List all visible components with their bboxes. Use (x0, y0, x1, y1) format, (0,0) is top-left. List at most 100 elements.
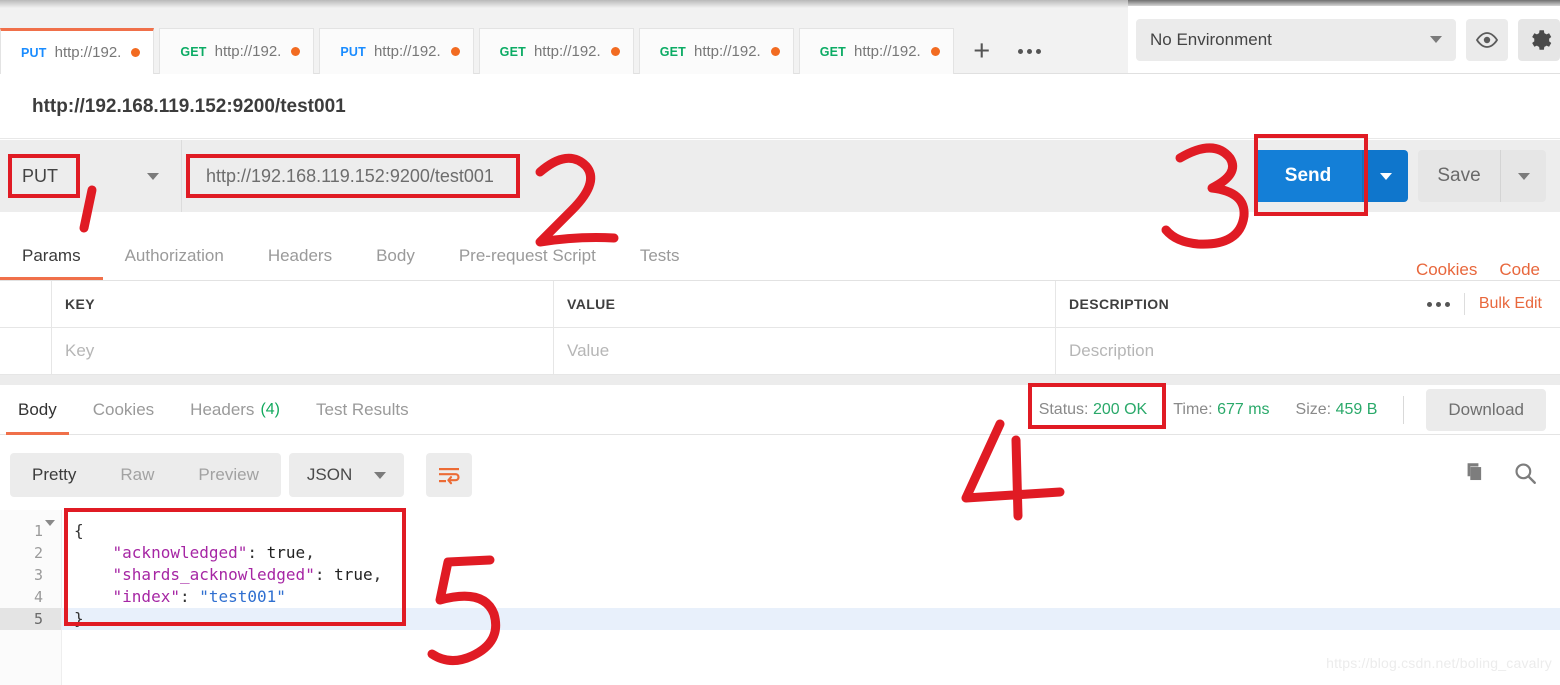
method-selector[interactable]: PUT (0, 140, 182, 212)
params-header-actions: Bulk Edit (1426, 293, 1560, 315)
tab-params[interactable]: Params (0, 231, 103, 280)
bulk-edit-button[interactable]: Bulk Edit (1479, 295, 1542, 313)
save-options-button[interactable] (1500, 150, 1546, 202)
time-value: 677 ms (1217, 400, 1270, 418)
param-key-input[interactable]: Key (52, 328, 554, 374)
copy-icon (1467, 462, 1482, 480)
code-token: } (74, 609, 84, 628)
request-url-row: PUT http://192.168.119.152:9200/test001 … (0, 140, 1560, 212)
gear-icon (1532, 29, 1552, 50)
search-icon (1515, 462, 1536, 484)
view-mode-preview[interactable]: Preview (176, 453, 280, 497)
request-tab-label: http://192. (693, 43, 761, 60)
params-more-icon[interactable] (1426, 301, 1450, 307)
code-token: "acknowledged" (74, 543, 248, 562)
unsaved-changes-dot-icon[interactable] (770, 47, 780, 56)
request-tab-label: http://192. (373, 43, 441, 60)
new-tab-button[interactable]: + (959, 28, 1005, 74)
ellipsis-icon (1018, 48, 1042, 54)
request-tab-method: GET (180, 44, 207, 59)
tab-headers[interactable]: Headers (246, 231, 354, 280)
param-value-input[interactable]: Value (554, 328, 1056, 374)
save-button[interactable]: Save (1418, 150, 1500, 202)
line-number: 4 (33, 588, 43, 606)
divider (1463, 293, 1465, 315)
response-format-selector[interactable]: JSON (288, 453, 405, 497)
size-label: Size: (1295, 400, 1332, 418)
request-tab-method: PUT (21, 45, 47, 60)
code-token: "test001" (199, 587, 286, 606)
method-label: PUT (22, 165, 58, 186)
divider (1403, 395, 1405, 424)
request-tab-method: GET (499, 44, 526, 59)
settings-button[interactable] (1518, 18, 1560, 61)
request-tab-2[interactable]: PUT http://192. (319, 28, 474, 74)
response-body-toolbar: Pretty Raw Preview JSON (0, 435, 1560, 515)
search-body-button[interactable] (1512, 460, 1538, 491)
view-mode-pretty[interactable]: Pretty (10, 453, 98, 497)
copy-button[interactable] (1460, 460, 1486, 491)
chevron-down-icon (1379, 172, 1392, 180)
time-label: Time: (1173, 400, 1213, 418)
code-token: "index" (74, 587, 180, 606)
view-mode-raw[interactable]: Raw (98, 453, 176, 497)
request-tab-bar: PUT http://192. GET http://192. PUT http://19… (0, 8, 1128, 74)
code-token: : (179, 587, 200, 606)
unsaved-changes-dot-icon[interactable] (450, 47, 460, 56)
unsaved-changes-dot-icon[interactable] (930, 47, 940, 56)
status-label: Status: (1038, 400, 1089, 418)
send-button[interactable]: Send (1254, 150, 1362, 202)
line-number-gutter: 12345 (0, 510, 62, 685)
environment-quick-look-button[interactable] (1466, 18, 1508, 61)
response-tab-test-results[interactable]: Test Results (298, 385, 427, 435)
response-tab-cookies[interactable]: Cookies (75, 385, 172, 435)
code-fold-toggle-icon[interactable] (45, 520, 55, 526)
param-description-input[interactable]: Description (1056, 328, 1560, 374)
cookies-link[interactable]: Cookies (1416, 260, 1477, 280)
send-options-button[interactable] (1362, 150, 1408, 202)
status-value: 200 OK (1092, 400, 1148, 418)
response-tab-body[interactable]: Body (0, 385, 75, 435)
row-checkbox-gutter[interactable] (0, 328, 52, 374)
request-tab-label: http://192. (533, 43, 601, 60)
download-button[interactable]: Download (1426, 388, 1546, 431)
tab-pre-request-script[interactable]: Pre-request Script (437, 231, 618, 280)
chevron-down-icon (1517, 172, 1530, 180)
response-format-label: JSON (306, 465, 353, 484)
response-body-actions (1460, 460, 1560, 491)
code-link[interactable]: Code (1499, 260, 1540, 280)
environment-selector[interactable]: No Environment (1136, 18, 1456, 61)
code-token: true (334, 565, 373, 584)
request-tab-1[interactable]: GET http://192. (159, 28, 315, 74)
request-tab-0[interactable]: PUT http://192. (0, 28, 155, 74)
request-tab-4[interactable]: GET http://192. (638, 28, 794, 74)
tab-authorization[interactable]: Authorization (103, 231, 246, 280)
line-number: 2 (33, 544, 43, 562)
line-number: 5 (0, 608, 61, 630)
word-wrap-button[interactable] (426, 453, 473, 497)
request-tabs: PUT http://192. GET http://192. PUT http://19… (0, 28, 1055, 74)
tab-overflow-button[interactable] (1005, 28, 1055, 74)
request-tab-method: PUT (340, 44, 366, 59)
code-token: { (74, 521, 84, 540)
url-input[interactable]: http://192.168.119.152:9200/test001 (182, 140, 1254, 212)
response-tab-headers[interactable]: Headers (4) (172, 385, 298, 435)
response-section-tabs: Body Cookies Headers (4) Test Results Status… (0, 385, 1560, 435)
watermark: https://blog.csdn.net/boling_cavalry (1326, 655, 1552, 671)
unsaved-changes-dot-icon[interactable] (610, 47, 620, 56)
request-tab-5[interactable]: GET http://192. (798, 28, 954, 74)
section-divider-band (0, 375, 1560, 385)
unsaved-changes-dot-icon[interactable] (291, 47, 301, 56)
request-tab-label: http://192. (214, 43, 282, 60)
chevron-down-icon (1430, 36, 1442, 43)
tab-tests[interactable]: Tests (618, 231, 702, 280)
request-section-tabs: Params Authorization Headers Body Pre-reques… (0, 232, 1560, 281)
size-metric: Size: 459 B (1296, 401, 1378, 419)
unsaved-changes-dot-icon[interactable] (131, 48, 141, 57)
tab-body[interactable]: Body (354, 231, 437, 280)
word-wrap-icon (439, 468, 460, 485)
request-tab-method: GET (659, 44, 686, 59)
request-tab-method: GET (819, 44, 846, 59)
request-tab-3[interactable]: GET http://192. (478, 28, 634, 74)
column-header-key: KEY (52, 281, 554, 327)
